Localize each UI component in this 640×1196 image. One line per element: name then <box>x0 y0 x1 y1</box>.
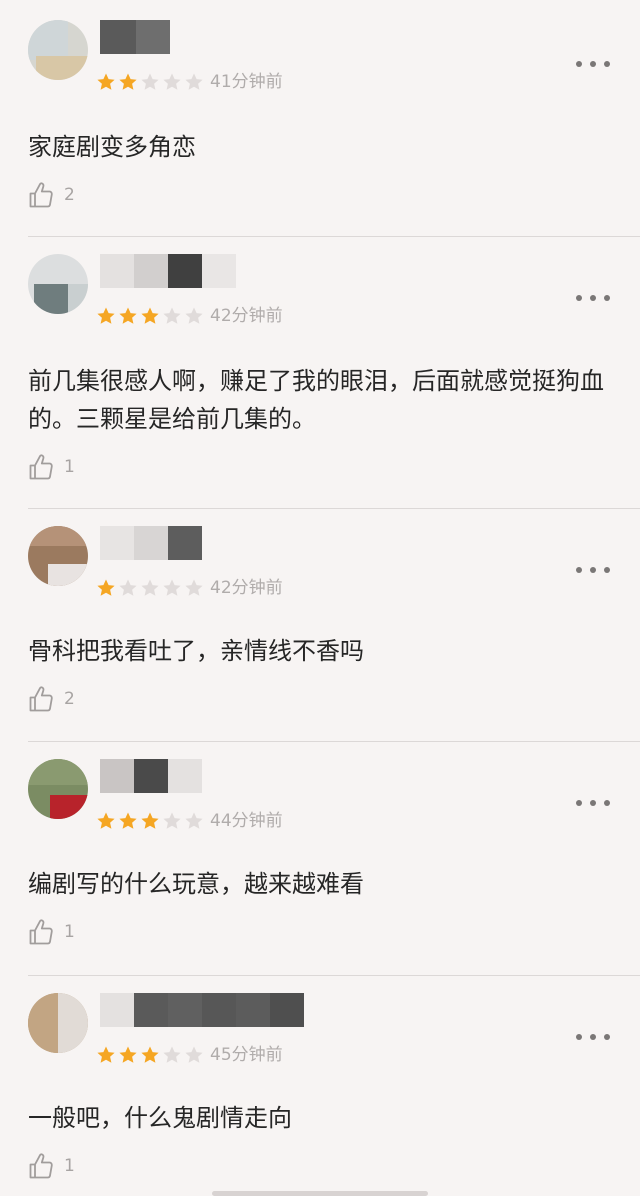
star-filled-icon <box>118 72 138 92</box>
comment-time: 45分钟前 <box>210 1045 283 1065</box>
star-empty-icon <box>184 578 204 598</box>
more-options-button[interactable] <box>576 56 610 72</box>
star-rating <box>96 578 204 600</box>
avatar[interactable] <box>28 20 88 80</box>
like-count: 1 <box>64 1156 75 1176</box>
star-empty-icon <box>162 578 182 598</box>
thumbs-up-icon <box>28 918 54 946</box>
more-options-button[interactable] <box>576 795 610 811</box>
star-empty-icon <box>162 72 182 92</box>
star-filled-icon <box>118 1045 138 1065</box>
like-count: 2 <box>64 185 75 205</box>
divider <box>28 236 640 237</box>
star-filled-icon <box>96 578 116 598</box>
avatar[interactable] <box>28 993 88 1053</box>
star-empty-icon <box>184 811 204 831</box>
thumbs-up-icon <box>28 1152 54 1180</box>
star-rating <box>96 72 204 94</box>
comment-item: 44分钟前 编剧写的什么玩意，越来越难看 1 <box>0 759 640 992</box>
like-button[interactable]: 1 <box>28 452 75 482</box>
thumbs-up-icon <box>28 453 54 481</box>
star-filled-icon <box>96 72 116 92</box>
comment-text: 家庭剧变多角恋 <box>28 133 196 161</box>
more-options-button[interactable] <box>576 562 610 578</box>
star-rating <box>96 811 204 833</box>
divider <box>28 975 640 976</box>
star-empty-icon <box>162 1045 182 1065</box>
avatar[interactable] <box>28 759 88 819</box>
star-rating <box>96 306 204 328</box>
more-options-button[interactable] <box>576 290 610 306</box>
like-count: 2 <box>64 689 75 709</box>
comment-text: 骨科把我看吐了，亲情线不香吗 <box>28 637 364 665</box>
comment-feed: 41分钟前 家庭剧变多角恋 2 42分钟前 前几集很感人啊，赚足了我的眼泪，后面… <box>0 0 640 1196</box>
comment-text: 前几集很感人啊，赚足了我的眼泪，后面就感觉挺狗血的。三颗星是给前几集的。 <box>28 367 604 433</box>
star-filled-icon <box>96 811 116 831</box>
username-redacted <box>100 526 202 560</box>
more-dots-icon <box>576 61 582 67</box>
comment-item: 42分钟前 前几集很感人啊，赚足了我的眼泪，后面就感觉挺狗血的。三颗星是给前几集… <box>0 254 640 487</box>
star-filled-icon <box>140 1045 160 1065</box>
star-filled-icon <box>96 306 116 326</box>
username-redacted <box>100 254 236 288</box>
comment-item: 41分钟前 家庭剧变多角恋 2 <box>0 20 640 253</box>
comment-time: 44分钟前 <box>210 811 283 831</box>
comment-item: 42分钟前 骨科把我看吐了，亲情线不香吗 2 <box>0 526 640 759</box>
username-redacted <box>100 993 304 1027</box>
more-dots-icon <box>576 567 582 573</box>
star-empty-icon <box>162 811 182 831</box>
like-button[interactable]: 2 <box>28 180 75 210</box>
avatar[interactable] <box>28 254 88 314</box>
star-filled-icon <box>140 811 160 831</box>
comment-time: 42分钟前 <box>210 306 283 326</box>
scrollbar[interactable] <box>212 1191 428 1196</box>
star-filled-icon <box>118 811 138 831</box>
like-button[interactable]: 2 <box>28 684 75 714</box>
comment-text: 一般吧，什么鬼剧情走向 <box>28 1104 292 1132</box>
star-empty-icon <box>184 72 204 92</box>
star-empty-icon <box>162 306 182 326</box>
star-empty-icon <box>140 578 160 598</box>
like-button[interactable]: 1 <box>28 1151 75 1181</box>
star-empty-icon <box>140 72 160 92</box>
avatar[interactable] <box>28 526 88 586</box>
comment-item: 45分钟前 一般吧，什么鬼剧情走向 1 <box>0 993 640 1196</box>
more-dots-icon <box>576 800 582 806</box>
comment-text: 编剧写的什么玩意，越来越难看 <box>28 870 364 898</box>
thumbs-up-icon <box>28 181 54 209</box>
comment-time: 42分钟前 <box>210 578 283 598</box>
username-redacted <box>100 759 202 793</box>
divider <box>28 508 640 509</box>
more-dots-icon <box>576 295 582 301</box>
comment-time: 41分钟前 <box>210 72 283 92</box>
more-options-button[interactable] <box>576 1029 610 1045</box>
star-empty-icon <box>184 306 204 326</box>
star-filled-icon <box>118 306 138 326</box>
divider <box>28 741 640 742</box>
star-empty-icon <box>184 1045 204 1065</box>
like-count: 1 <box>64 922 75 942</box>
more-dots-icon <box>576 1034 582 1040</box>
star-filled-icon <box>96 1045 116 1065</box>
like-count: 1 <box>64 457 75 477</box>
username-redacted <box>100 20 170 54</box>
star-filled-icon <box>140 306 160 326</box>
like-button[interactable]: 1 <box>28 917 75 947</box>
star-rating <box>96 1045 204 1067</box>
star-empty-icon <box>118 578 138 598</box>
thumbs-up-icon <box>28 685 54 713</box>
